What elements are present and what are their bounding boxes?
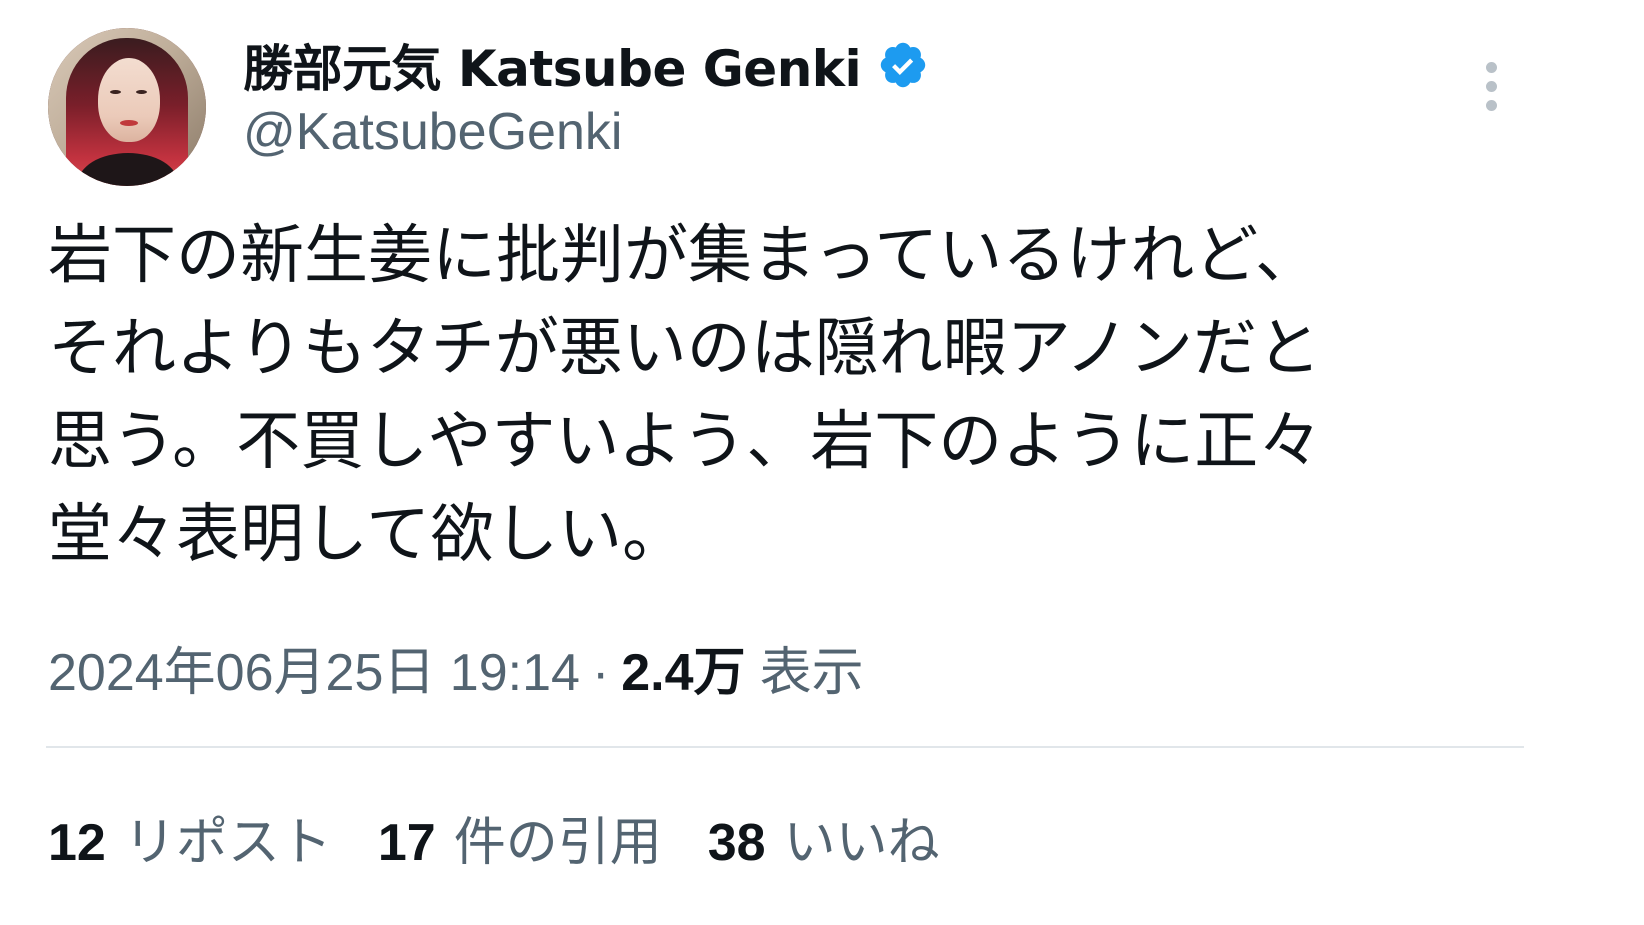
stat-count: 38 <box>707 814 766 872</box>
author-name-row: 勝部元気 Katsube Genki <box>243 30 929 100</box>
stat-label: いいね <box>783 814 940 872</box>
views-label[interactable]: 表示 <box>760 630 864 705</box>
engagement-stats: 12 リポスト 17 件の引用 38 いいね <box>48 800 986 875</box>
author-display-name[interactable]: 勝部元気 Katsube Genki <box>243 29 862 101</box>
tweet-card: 勝部元気 Katsube Genki @KatsubeGenki 岩下の新生姜に… <box>0 0 1644 925</box>
stat-label: リポスト <box>123 814 332 872</box>
tweet-meta: 2024年06月25日 19:14 · 2.4万 表示 <box>48 630 864 705</box>
stat-likes[interactable]: 38 いいね <box>708 800 940 875</box>
tweet-text: 岩下の新生姜に批判が集まっているけれど、 それよりもタチが悪いのは隠れ暇アノンだ… <box>48 219 1323 572</box>
stat-count: 12 <box>48 814 106 872</box>
more-options-icon[interactable] <box>1480 60 1504 114</box>
verified-badge-icon <box>880 42 926 88</box>
author-handle[interactable]: @KatsubeGenki <box>243 102 622 162</box>
stat-count: 17 <box>377 814 436 872</box>
tweet-timestamp[interactable]: 2024年06月25日 19:14 <box>48 630 580 705</box>
stat-reposts[interactable]: 12 リポスト <box>48 800 332 875</box>
avatar[interactable] <box>48 28 206 186</box>
meta-separator: · <box>591 644 610 702</box>
stat-label: 件の引用 <box>453 814 662 872</box>
stat-quotes[interactable]: 17 件の引用 <box>378 800 662 875</box>
views-count[interactable]: 2.4万 <box>621 630 745 705</box>
divider <box>46 746 1524 748</box>
